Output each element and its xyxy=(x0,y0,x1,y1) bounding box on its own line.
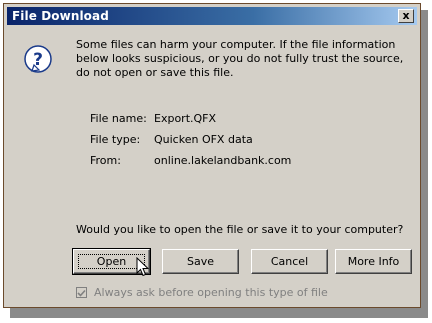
title-bar[interactable]: File Download x xyxy=(7,7,417,25)
question-text: Would you like to open the file or save … xyxy=(76,223,404,236)
warning-text: Some files can harm your computer. If th… xyxy=(76,38,404,79)
cancel-button[interactable]: Cancel xyxy=(251,249,328,274)
file-type-value: Quicken OFX data xyxy=(154,133,253,146)
svg-text:?: ? xyxy=(33,50,43,70)
file-name-label: File name: xyxy=(90,112,147,125)
file-name-value: Export.QFX xyxy=(154,112,217,125)
always-ask-checkbox[interactable] xyxy=(76,287,87,298)
save-button-label: Save xyxy=(186,255,214,268)
more-info-button[interactable]: More Info xyxy=(335,249,412,274)
always-ask-label: Always ask before opening this type of f… xyxy=(94,286,328,299)
from-label: From: xyxy=(90,154,121,167)
question-icon: ? xyxy=(24,45,52,73)
save-button[interactable]: Save xyxy=(162,249,239,274)
cancel-button-label: Cancel xyxy=(270,255,309,268)
from-value: online.lakelandbank.com xyxy=(154,154,292,167)
file-type-label: File type: xyxy=(90,133,141,146)
arrow-cursor-icon xyxy=(136,257,150,277)
window-title: File Download xyxy=(12,9,109,23)
checkmark-icon xyxy=(77,289,86,297)
open-button-label: Open xyxy=(96,255,127,268)
more-info-button-label: More Info xyxy=(347,255,400,268)
close-icon: x xyxy=(402,9,410,22)
close-button[interactable]: x xyxy=(398,9,414,23)
file-download-dialog: File Download x ? Some files can harm yo… xyxy=(3,3,421,308)
